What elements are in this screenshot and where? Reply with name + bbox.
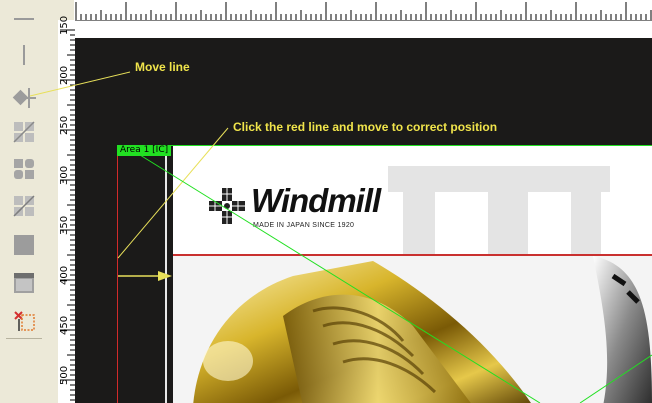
windmill-logo-icon (209, 188, 245, 224)
watermark-shape (388, 166, 610, 192)
move-line-icon[interactable] (8, 82, 40, 112)
window-icon[interactable] (8, 268, 40, 298)
toolbar-separator (6, 338, 42, 339)
ruler-label-500: 500 (59, 365, 70, 385)
brand-tagline: MADE IN JAPAN SINCE 1920 (253, 222, 355, 229)
left-ruler[interactable]: 150 200 250 300 350 400 450 500 (58, 16, 76, 403)
editor-canvas[interactable]: Windmill MADE IN JAPAN SINCE 1920 Area 1… (75, 21, 652, 403)
watermark-shape (571, 192, 601, 256)
ruler-label-200: 200 (59, 65, 70, 85)
ruler-label-400: 400 (59, 265, 70, 285)
watermark-shape (488, 192, 528, 256)
ruler-label-450: 450 (59, 315, 70, 335)
annotation-click-red-line: Click the red line and move to correct p… (233, 120, 498, 134)
red-guide-line-horizontal[interactable] (173, 254, 652, 256)
brand-logo-text: Windmill (251, 182, 381, 219)
ruler-label-150: 150 (59, 15, 70, 35)
watermark-shape (403, 192, 435, 256)
top-ruler[interactable] (74, 0, 652, 21)
ruler-label-350: 350 (59, 215, 70, 235)
crop-icon[interactable] (8, 191, 40, 221)
group-shapes-icon[interactable] (8, 154, 40, 184)
photo-edge-guide (165, 146, 167, 403)
horizontal-line-icon[interactable] (8, 4, 40, 34)
annotation-move-line: Move line (135, 60, 190, 74)
red-guide-line-vertical[interactable] (117, 146, 118, 403)
ruler-label-300: 300 (59, 165, 70, 185)
split-area-icon[interactable] (8, 117, 40, 147)
top-ruler-ticks (75, 2, 652, 20)
gold-lighter-image (193, 256, 652, 403)
vertical-line-icon[interactable] (8, 40, 40, 70)
fill-rect-icon[interactable] (8, 230, 40, 260)
ruler-label-250: 250 (59, 115, 70, 135)
delete-area-icon[interactable] (8, 305, 40, 335)
left-toolbar (0, 0, 49, 403)
product-photo: Windmill MADE IN JAPAN SINCE 1920 (173, 146, 652, 403)
area-label[interactable]: Area 1 [IC] (117, 145, 172, 156)
area-border (117, 145, 652, 146)
